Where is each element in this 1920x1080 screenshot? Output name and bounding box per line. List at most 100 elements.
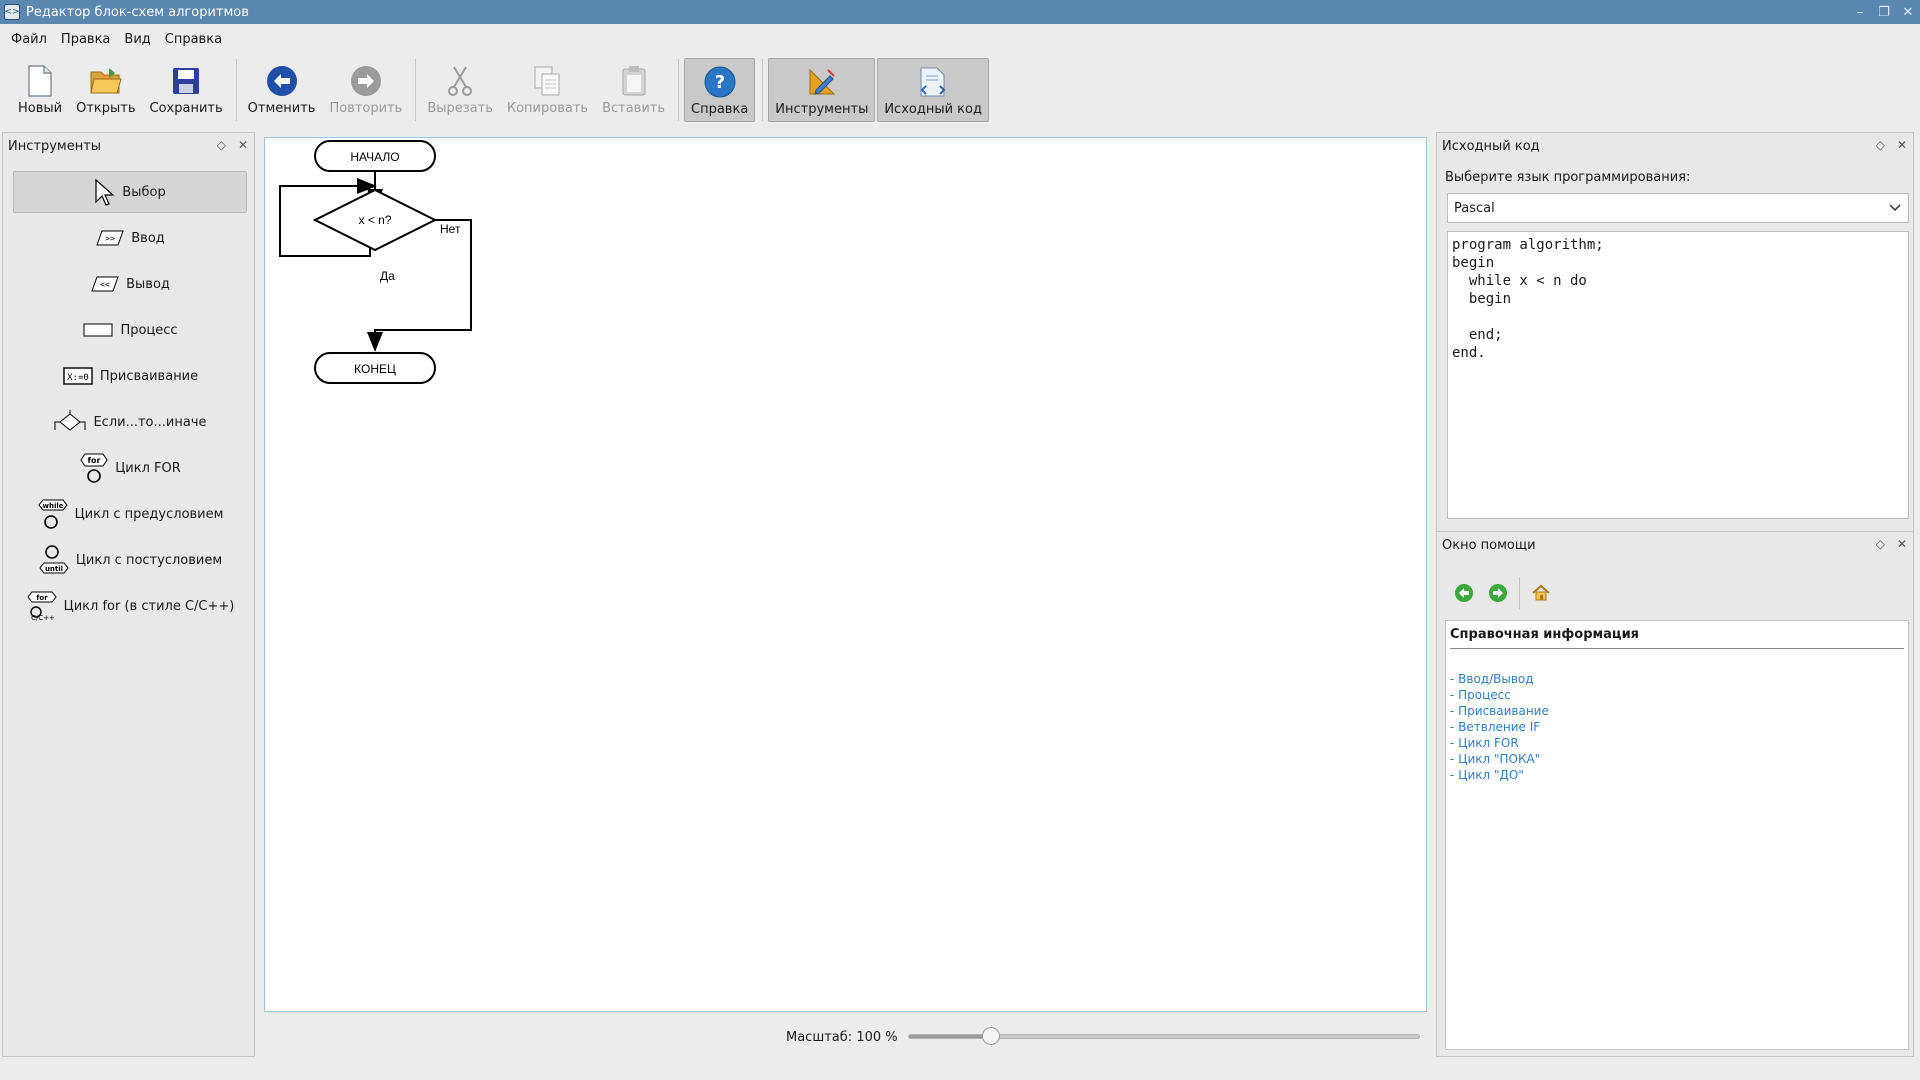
help-link-if[interactable]: - Ветвление IF: [1450, 719, 1904, 735]
save-label: Сохранить: [149, 101, 223, 116]
float-panel-icon[interactable]: ◇: [1876, 537, 1885, 551]
forward-arrow-icon: [1489, 584, 1507, 602]
new-file-icon: [23, 64, 57, 98]
source-panel-title: Исходный код: [1442, 138, 1540, 154]
close-panel-icon[interactable]: ✕: [1897, 138, 1907, 152]
tool-until-loop[interactable]: until Цикл с постусловием: [13, 539, 247, 581]
new-label: Новый: [18, 101, 63, 116]
help-link-until[interactable]: - Цикл "ДО": [1450, 767, 1904, 783]
tools-panel: Инструменты ◇ ✕ Выбор >> Ввод << Вывод П…: [2, 132, 255, 1057]
help-nav-separator: [1519, 577, 1520, 609]
c-for-loop-icon: for C/C++: [27, 591, 57, 622]
process-icon: [83, 323, 113, 337]
help-question-icon: ?: [703, 65, 737, 99]
toolbar: Новый Открыть Сохранить Отменить Повтори…: [0, 54, 1920, 126]
cut-button[interactable]: Вырезать: [421, 58, 499, 122]
tools-panel-header: Инструменты ◇ ✕: [3, 133, 254, 159]
menu-view[interactable]: Вид: [117, 32, 157, 47]
tool-until-loop-label: Цикл с постусловием: [75, 552, 223, 568]
help-link-io[interactable]: - Ввод/Вывод: [1450, 671, 1904, 687]
language-select[interactable]: Pascal: [1447, 193, 1909, 223]
tools-panel-title: Инструменты: [8, 138, 102, 154]
tool-if[interactable]: Если...то...иначе: [13, 401, 247, 443]
tool-assign[interactable]: X:=0 Присваивание: [13, 355, 247, 397]
menu-help[interactable]: Справка: [158, 32, 229, 47]
undo-button[interactable]: Отменить: [242, 58, 322, 122]
close-panel-icon[interactable]: ✕: [1897, 537, 1907, 551]
tools-toggle-button[interactable]: Инструменты: [768, 58, 876, 122]
help-nav-toolbar: [1451, 576, 1562, 610]
scissors-icon: [443, 64, 477, 98]
new-button[interactable]: Новый: [12, 58, 68, 122]
tool-for-loop-label: Цикл FOR: [115, 460, 181, 476]
redo-button[interactable]: Повторить: [323, 58, 408, 122]
help-content: Справочная информация - Ввод/Вывод - Про…: [1445, 620, 1909, 1050]
svg-text:C/C++: C/C++: [31, 614, 55, 622]
undo-label: Отменить: [247, 101, 316, 116]
help-forward-button[interactable]: [1485, 580, 1511, 606]
tool-process[interactable]: Процесс: [13, 309, 247, 351]
tool-while-loop[interactable]: while Цикл с предусловием: [13, 493, 247, 535]
source-code-label: Исходный код: [884, 102, 982, 117]
help-link-assign[interactable]: - Присваивание: [1450, 703, 1904, 719]
svg-text:X:=0: X:=0: [67, 373, 89, 383]
cut-label: Вырезать: [427, 101, 493, 116]
tool-c-for-loop-label: Цикл for (в стиле C/C++): [63, 598, 235, 614]
source-panel-header: Исходный код ◇ ✕: [1437, 133, 1913, 159]
cursor-icon: [95, 178, 115, 206]
zoom-value: 100 %: [856, 1029, 898, 1045]
while-loop-icon: while: [37, 499, 68, 529]
help-link-for[interactable]: - Цикл FOR: [1450, 735, 1904, 751]
source-code-toggle-button[interactable]: Исходный код: [877, 58, 989, 122]
svg-text:for: for: [36, 594, 48, 602]
no-branch-label: Нет: [440, 222, 461, 236]
menu-bar: Файл Правка Вид Справка: [0, 24, 1920, 54]
zoom-label: Масштаб:: [786, 1029, 853, 1045]
help-panel-header: Окно помощи ◇ ✕: [1437, 532, 1913, 558]
zoom-slider-fill: [909, 1035, 991, 1038]
svg-text:<<: <<: [100, 280, 110, 289]
help-label: Справка: [691, 102, 749, 117]
help-panel-title: Окно помощи: [1442, 537, 1536, 553]
tool-output[interactable]: << Вывод: [13, 263, 247, 305]
paste-button[interactable]: Вставить: [596, 58, 671, 122]
close-window-button[interactable]: ✕: [1896, 0, 1920, 24]
help-back-button[interactable]: [1451, 580, 1477, 606]
tool-input-label: Ввод: [131, 230, 165, 246]
flowchart-canvas[interactable]: НАЧАЛО x < n? Нет Да КОНЕЦ: [264, 137, 1427, 1012]
copy-button[interactable]: Копировать: [501, 58, 594, 122]
tool-select[interactable]: Выбор: [13, 171, 247, 213]
zoom-slider-handle[interactable]: [981, 1027, 1000, 1045]
redo-arrow-icon: [349, 64, 383, 98]
toolbar-separator: [235, 59, 237, 121]
menu-file[interactable]: Файл: [4, 32, 54, 47]
maximize-button[interactable]: ❐: [1872, 0, 1896, 24]
copy-label: Копировать: [506, 101, 589, 116]
tool-c-for-loop[interactable]: for C/C++ Цикл for (в стиле C/C++): [13, 585, 247, 627]
help-link-process[interactable]: - Процесс: [1450, 687, 1904, 703]
app-icon: <>: [4, 4, 20, 20]
paste-label: Вставить: [602, 101, 666, 116]
tools-label: Инструменты: [775, 102, 869, 117]
minimize-button[interactable]: –: [1848, 0, 1872, 24]
tool-assign-label: Присваивание: [99, 368, 199, 384]
for-loop-icon: for: [80, 453, 108, 483]
float-panel-icon[interactable]: ◇: [217, 138, 226, 152]
help-home-button[interactable]: [1528, 580, 1554, 606]
source-code-text[interactable]: program algorithm; begin while x < n do …: [1447, 231, 1909, 519]
until-loop-icon: until: [39, 545, 69, 574]
help-link-while[interactable]: - Цикл "ПОКА": [1450, 751, 1904, 767]
zoom-control: Масштаб: 100 %: [786, 1026, 898, 1048]
tool-for-loop[interactable]: for Цикл FOR: [13, 447, 247, 489]
tool-input[interactable]: >> Ввод: [13, 217, 247, 259]
output-icon: <<: [91, 276, 119, 292]
home-icon: [1532, 584, 1550, 601]
menu-edit[interactable]: Правка: [54, 32, 117, 47]
source-code-panel: Исходный код ◇ ✕ Выберите язык программи…: [1436, 132, 1914, 532]
help-button[interactable]: ? Справка: [684, 58, 756, 122]
open-button[interactable]: Открыть: [70, 58, 141, 122]
zoom-slider[interactable]: [908, 1027, 1420, 1045]
save-button[interactable]: Сохранить: [144, 58, 229, 122]
close-panel-icon[interactable]: ✕: [238, 138, 248, 152]
float-panel-icon[interactable]: ◇: [1876, 138, 1885, 152]
